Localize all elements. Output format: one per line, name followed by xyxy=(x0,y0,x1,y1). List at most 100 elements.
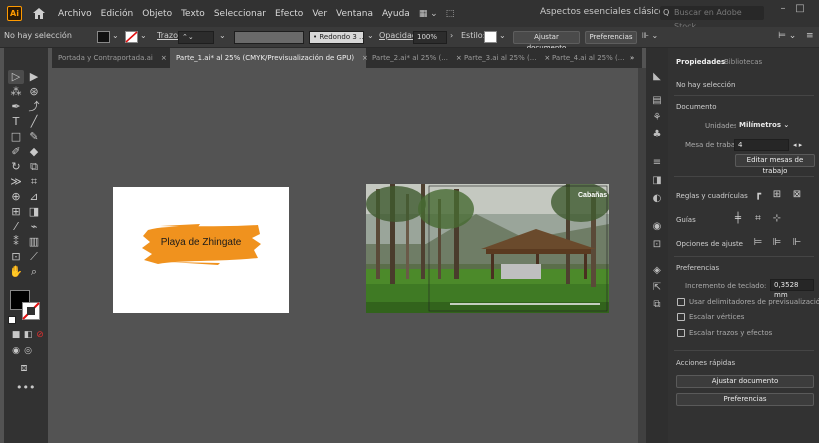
gradient-panel-icon[interactable]: ◨ xyxy=(650,174,664,188)
menu-seleccionar[interactable]: Seleccionar xyxy=(214,9,266,19)
tab-properties[interactable]: Propiedades xyxy=(676,58,725,66)
stroke-swatch[interactable] xyxy=(125,31,138,43)
draw-behind-icon[interactable]: ◎ xyxy=(20,344,36,358)
maximize-icon[interactable]: □ xyxy=(793,3,807,17)
selection-tool-icon[interactable]: ▷ xyxy=(8,70,24,84)
properties-panel-icon[interactable]: ◣ xyxy=(650,70,664,84)
brushes-icon[interactable]: ⚘ xyxy=(650,111,664,125)
opacity-field[interactable]: 100% xyxy=(413,31,447,44)
menu-archivo[interactable]: Archivo xyxy=(58,9,92,19)
paintbrush-icon[interactable]: ✎ xyxy=(26,130,42,144)
opacity-arrow-icon[interactable]: › xyxy=(450,31,453,40)
fit-document-panel-button[interactable]: Ajustar documento xyxy=(676,375,814,388)
stroke-panel-icon[interactable]: ≡ xyxy=(650,156,664,170)
preferences-button[interactable]: Preferencias xyxy=(585,31,637,44)
scale-strokes-checkbox[interactable] xyxy=(677,329,685,337)
grid-icon[interactable]: ⊞ xyxy=(771,189,783,200)
screen-mode-icon[interactable]: ⧈ xyxy=(16,361,32,375)
stroke-dropdown-icon[interactable]: ⌄ xyxy=(140,31,147,40)
menu-efecto[interactable]: Efecto xyxy=(275,9,303,19)
tab-parte-4[interactable]: Parte_4.ai al 25% (... xyxy=(546,48,630,68)
shaper-tool-icon[interactable]: ✐ xyxy=(8,145,24,159)
show-guides-icon[interactable]: ╪ xyxy=(732,213,744,224)
symbol-sprayer-icon[interactable]: ⁑ xyxy=(8,235,24,249)
brush-dropdown-icon[interactable]: ⌄ xyxy=(367,31,374,40)
fit-document-button[interactable]: Ajustar documento xyxy=(513,31,580,52)
snap-glyph-icon[interactable]: ⊩ xyxy=(791,237,803,248)
perspective-grid-icon[interactable]: ⊿ xyxy=(26,190,42,204)
stroke-color-swatch[interactable] xyxy=(22,302,40,320)
arrange-documents-icon[interactable]: ▦ ⌄ xyxy=(419,9,438,19)
tab-libraries[interactable]: Bibliotecas xyxy=(724,58,762,66)
fill-swatch[interactable] xyxy=(97,31,110,43)
keyboard-increment-field[interactable]: 0,3528 mm xyxy=(770,279,814,299)
tab-portada[interactable]: Portada y Contraportada.ai × xyxy=(52,48,170,68)
minimize-icon[interactable]: – xyxy=(776,3,790,17)
tab-parte-2[interactable]: Parte_2.ai* al 25% (... × xyxy=(366,48,462,68)
direct-selection-tool-icon[interactable]: ▶ xyxy=(26,70,42,84)
blend-tool-icon[interactable]: ⌁ xyxy=(26,220,42,234)
artboards-icon[interactable]: ⧉ xyxy=(650,298,664,312)
artboard-number-field[interactable]: 4 xyxy=(734,139,789,151)
symbols-icon[interactable]: ♣ xyxy=(650,128,664,142)
brush-definition-field[interactable]: • Redondo 3 ... xyxy=(309,31,364,44)
gpu-performance-icon[interactable]: ⬚ xyxy=(446,9,455,19)
align-menu-icon[interactable]: ⊪ ⌄ xyxy=(642,31,658,40)
export-icon[interactable]: ⇱ xyxy=(650,281,664,295)
shape-builder-icon[interactable]: ⊕ xyxy=(8,190,24,204)
stroke-weight-field[interactable]: ⌃⌄ xyxy=(178,31,214,44)
workspace-switcher[interactable]: Aspectos esenciales clásicos ⌄ xyxy=(540,7,679,17)
scale-corners-checkbox[interactable] xyxy=(677,313,685,321)
more-tools-icon[interactable]: ••• xyxy=(16,381,35,395)
column-graph-icon[interactable]: ▥ xyxy=(26,235,42,249)
appearance-icon[interactable]: ◉ xyxy=(650,220,664,234)
curvature-tool-icon[interactable]: ⤴ xyxy=(26,100,42,114)
transparency-grid-icon[interactable]: ⊠ xyxy=(791,189,803,200)
units-select[interactable]: Milímetros ⌄ xyxy=(736,120,790,132)
default-colors-icon[interactable] xyxy=(8,316,16,324)
artboard-tool-icon[interactable]: ⊡ xyxy=(8,250,24,264)
rectangle-tool-icon[interactable]: □ xyxy=(8,130,24,144)
hand-tool-icon[interactable]: ✋ xyxy=(8,265,24,279)
tab-parte-1[interactable]: Parte_1.ai* al 25% (CMYK/Previsualizació… xyxy=(170,48,368,68)
rotate-tool-icon[interactable]: ↻ xyxy=(8,160,24,174)
close-icon[interactable]: × xyxy=(161,54,167,62)
use-preview-bounds-checkbox[interactable] xyxy=(677,298,685,306)
menu-objeto[interactable]: Objeto xyxy=(142,9,172,19)
zoom-tool-icon[interactable]: ⌕ xyxy=(26,265,42,279)
smart-guides-icon[interactable]: ⊹ xyxy=(771,213,783,224)
home-icon[interactable] xyxy=(32,7,46,21)
fill-dropdown-icon[interactable]: ⌄ xyxy=(112,31,119,40)
artboard-2-photo[interactable]: Cabañas xyxy=(366,184,609,313)
stroke-weight-dropdown-icon[interactable]: ⌄ xyxy=(219,31,226,40)
snap-point-icon[interactable]: ⊨ xyxy=(752,237,764,248)
vertical-scrollbar[interactable] xyxy=(638,68,646,443)
tab-parte-3[interactable]: Parte_3.ai al 25% (... × xyxy=(458,48,550,68)
tabs-overflow-icon[interactable]: » xyxy=(630,48,642,68)
eyedropper-icon[interactable]: ⁄ xyxy=(8,220,24,234)
width-tool-icon[interactable]: ≫ xyxy=(8,175,24,189)
lock-guides-icon[interactable]: ⌗ xyxy=(752,213,764,224)
snap-icon[interactable]: ⊨ ⌄ xyxy=(778,31,796,41)
style-dropdown-icon[interactable]: ⌄ xyxy=(499,31,506,40)
variable-width-profile[interactable] xyxy=(234,31,304,44)
transparency-icon[interactable]: ◐ xyxy=(650,192,664,206)
menu-ayuda[interactable]: Ayuda xyxy=(382,9,410,19)
type-tool-icon[interactable]: T xyxy=(8,115,24,129)
layers-align-icon[interactable]: ⊡ xyxy=(650,238,664,252)
menu-edicion[interactable]: Edición xyxy=(101,9,134,19)
snap-pixel-icon[interactable]: ⊫ xyxy=(771,237,783,248)
layers-icon[interactable]: ◈ xyxy=(650,264,664,278)
ruler-icon[interactable]: ┏ xyxy=(752,189,764,200)
lasso-icon[interactable]: ⊛ xyxy=(26,85,42,99)
none-mode-icon[interactable]: ⊘ xyxy=(32,328,48,342)
graphic-style-swatch[interactable] xyxy=(484,31,497,43)
artboard-nav-arrows[interactable]: ◂ ▸ xyxy=(793,141,802,149)
menu-texto[interactable]: Texto xyxy=(181,9,205,19)
preferences-panel-button[interactable]: Preferencias xyxy=(676,393,814,406)
gradient-tool-icon[interactable]: ◨ xyxy=(26,205,42,219)
eraser-icon[interactable]: ◆ xyxy=(26,145,42,159)
line-tool-icon[interactable]: ╱ xyxy=(26,115,42,129)
mesh-tool-icon[interactable]: ⊞ xyxy=(8,205,24,219)
pen-tool-icon[interactable]: ✒ xyxy=(8,100,24,114)
